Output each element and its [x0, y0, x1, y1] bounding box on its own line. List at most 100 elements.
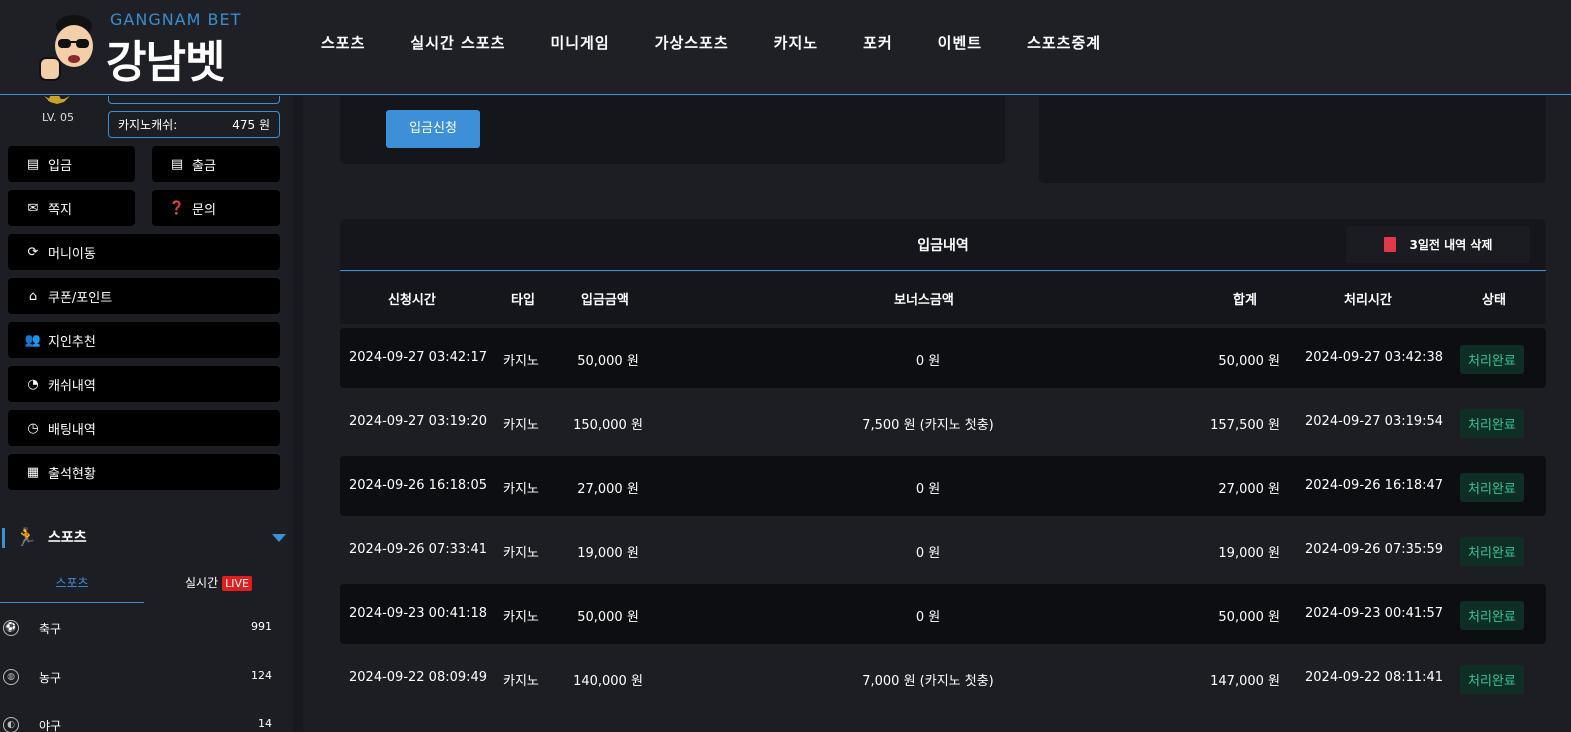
nav-casino[interactable]: 카지노: [774, 32, 818, 53]
menu-cash-history-label: 캐쉬내역: [48, 378, 96, 394]
menu-referral-label: 지인추천: [48, 334, 96, 350]
nav-poker[interactable]: 포커: [863, 32, 893, 53]
cell-type: 카지노: [503, 482, 539, 497]
tab-sports[interactable]: 스포츠: [0, 566, 144, 603]
sport-item-basketball[interactable]: ◍ 농구 124: [0, 669, 293, 709]
casino-cash-box: 카지노캐쉬: 475 원: [108, 111, 280, 138]
cash-history-icon: ◔: [27, 376, 39, 392]
col-bonus: 보너스금액: [894, 293, 954, 308]
cell-processed: 2024-09-22 08:11:41: [1305, 670, 1444, 685]
col-total: 합계: [1233, 293, 1257, 308]
cell-total: 50,000 원: [1218, 354, 1280, 369]
deposit-form-panel: 입금신청: [340, 96, 1005, 164]
menu-message[interactable]: ✉ 쪽지: [8, 190, 135, 226]
menu-bet-history-label: 배팅내역: [48, 422, 96, 438]
cell-type: 카지노: [503, 546, 539, 561]
menu-cash-history[interactable]: ◔ 캐쉬내역: [8, 366, 280, 402]
casino-cash-label: 카지노캐쉬:: [118, 118, 178, 132]
menu-withdraw-label: 출금: [192, 158, 216, 174]
table-row: 2024-09-27 03:19:20 카지노 150,000 원 7,500 원 (…: [340, 392, 1546, 452]
menu-money-transfer[interactable]: ⟳ 머니이동: [8, 234, 280, 270]
notice-panel: [1039, 96, 1546, 183]
cell-status: 처리완료: [1460, 345, 1524, 374]
cell-type: 카지노: [503, 418, 539, 433]
refresh-icon: ⟳: [27, 244, 39, 260]
sport-count: 14: [258, 717, 272, 730]
cell-bonus: 0 원: [915, 610, 941, 625]
cell-processed: 2024-09-26 16:18:47: [1305, 478, 1444, 493]
cell-processed: 2024-09-26 07:35:59: [1305, 542, 1444, 557]
level-star-icon: [44, 96, 74, 104]
nav-minigame[interactable]: 미니게임: [550, 32, 609, 53]
cell-bonus: 0 원: [915, 354, 941, 369]
nav-event[interactable]: 이벤트: [938, 32, 982, 53]
menu-referral[interactable]: 👥 지인추천: [8, 322, 280, 358]
cell-requested: 2024-09-26 16:18:05: [349, 478, 488, 493]
menu-deposit-label: 입금: [48, 158, 72, 174]
delete-history-button[interactable]: 3일전 내역 삭제: [1346, 226, 1530, 263]
table-row: 2024-09-26 07:33:41 카지노 19,000 원 0 원 19,000 …: [340, 520, 1546, 580]
cell-processed: 2024-09-27 03:19:54: [1305, 414, 1444, 429]
col-amount: 입금금액: [581, 293, 629, 308]
cell-status: 처리완료: [1460, 601, 1524, 630]
sport-item-soccer[interactable]: ⚽ 축구 991: [0, 620, 293, 660]
sport-name: 농구: [39, 671, 62, 685]
table-row: 2024-09-27 03:42:17 카지노 50,000 원 0 원 50,000 …: [340, 328, 1546, 388]
nav-sports-broadcast[interactable]: 스포츠중계: [1027, 32, 1101, 53]
sports-section-title: 스포츠: [48, 530, 87, 546]
menu-attendance[interactable]: ▦ 출석현황: [8, 454, 280, 490]
tab-live[interactable]: 실시간 LIVE: [144, 566, 293, 603]
history-header: 입금내역 3일전 내역 삭제: [340, 219, 1546, 271]
users-icon: 👥: [24, 332, 42, 348]
cell-amount: 140,000 원: [573, 674, 643, 689]
soccer-ball-icon: ⚽: [3, 620, 19, 636]
envelope-icon: ✉: [27, 200, 39, 216]
cell-requested: 2024-09-27 03:42:17: [349, 350, 488, 365]
section-indicator: [2, 528, 5, 548]
baseball-icon: ◐: [3, 717, 19, 732]
col-requested: 신청시간: [388, 293, 436, 308]
nav-live-sports[interactable]: 실시간 스포츠: [410, 32, 505, 53]
cell-amount: 27,000 원: [577, 482, 639, 497]
deposit-request-button[interactable]: 입금신청: [386, 110, 480, 148]
calendar-icon: ▦: [26, 464, 40, 480]
menu-message-label: 쪽지: [48, 202, 72, 218]
sport-name: 축구: [39, 622, 62, 636]
menu-coupon-point-label: 쿠폰/포인트: [48, 290, 113, 306]
deposit-icon: ▤: [26, 156, 40, 172]
cell-bonus: 0 원: [915, 482, 941, 497]
col-processed: 처리시간: [1344, 293, 1392, 308]
sport-name: 야구: [39, 719, 62, 732]
sports-section-header[interactable]: 🏃 스포츠: [0, 524, 293, 554]
top-bar: GANGNAM BET 강남벳 스포츠 실시간 스포츠 미니게임 가상스포츠 카…: [0, 0, 1571, 95]
cell-status: 처리완료: [1460, 665, 1524, 694]
sport-item-baseball[interactable]: ◐ 야구 14: [0, 717, 293, 732]
menu-inquiry[interactable]: ❓ 문의: [152, 190, 280, 226]
cell-processed: 2024-09-23 00:41:57: [1305, 606, 1444, 621]
nav-virtual-sports[interactable]: 가상스포츠: [655, 32, 729, 53]
table-row: 2024-09-23 00:41:18 카지노 50,000 원 0 원 50,000 …: [340, 584, 1546, 644]
cell-amount: 50,000 원: [577, 610, 639, 625]
main-content: 입금신청 입금내역 3일전 내역 삭제 신청시간 타입 입금금액 보너스금액 합…: [305, 96, 1571, 732]
menu-attendance-label: 출석현황: [48, 466, 96, 482]
col-status: 상태: [1482, 293, 1506, 308]
menu-deposit[interactable]: ▤ 입금: [8, 146, 135, 182]
chevron-down-icon[interactable]: [272, 534, 286, 542]
cell-total: 50,000 원: [1218, 610, 1280, 625]
table-row: 2024-09-22 08:09:49 카지노 140,000 원 7,000 원 (…: [340, 648, 1546, 708]
running-icon: 🏃: [15, 527, 38, 548]
cell-requested: 2024-09-23 00:41:18: [349, 606, 488, 621]
cell-type: 카지노: [503, 354, 539, 369]
basketball-icon: ◍: [3, 669, 19, 685]
sports-tabs: 스포츠 실시간 LIVE: [0, 566, 293, 604]
menu-inquiry-label: 문의: [192, 202, 216, 218]
cell-total: 147,000 원: [1210, 674, 1280, 689]
menu-coupon-point[interactable]: ⌂ 쿠폰/포인트: [8, 278, 280, 314]
site-logo[interactable]: GANGNAM BET 강남벳: [30, 6, 260, 88]
sidebar-scrollbar[interactable]: [293, 96, 303, 732]
nav-sports[interactable]: 스포츠: [321, 32, 365, 53]
tab-live-label: 실시간: [185, 576, 219, 590]
menu-bet-history[interactable]: ◷ 배팅내역: [8, 410, 280, 446]
menu-withdraw[interactable]: ▤ 출금: [152, 146, 280, 182]
question-bubble-icon: ❓: [168, 200, 186, 216]
